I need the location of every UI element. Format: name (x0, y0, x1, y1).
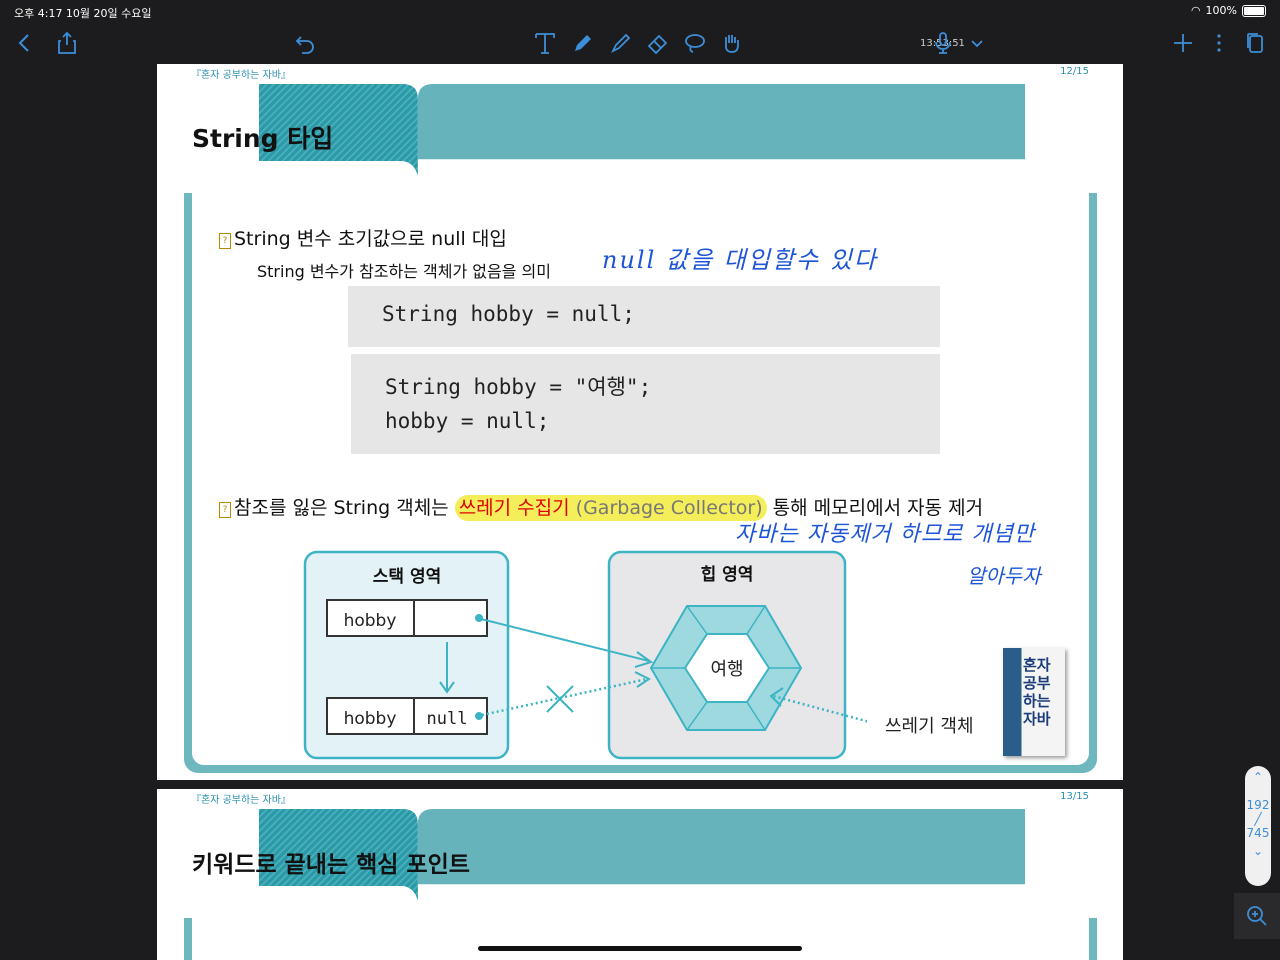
book-cover-image: 혼자 공부하는 자바 (1003, 648, 1065, 756)
wifi-icon: ◠ (1190, 4, 1201, 17)
chevron-down-icon[interactable] (962, 28, 992, 58)
heap-area-label: 힙 영역 (701, 564, 754, 585)
mic-icon[interactable] (928, 28, 958, 58)
heap-object: 여행 (710, 659, 743, 680)
garbage-object-label: 쓰레기 객체 (885, 716, 974, 737)
code-block-1: String hobby = null; (348, 286, 940, 347)
pages-icon[interactable] (1240, 28, 1270, 58)
zoom-icon[interactable] (1234, 893, 1280, 939)
hand-icon[interactable] (716, 28, 746, 58)
memory-diagram: 스택 영역 힙 영역 hobby hobby null 여행 (303, 550, 867, 760)
var-hobby-2: hobby (344, 709, 397, 729)
code-block-2: String hobby = "여행"; hobby = null; (351, 354, 940, 454)
page-scroll-indicator[interactable]: ⌃ 192 ╱ 745 ⌄ (1245, 766, 1271, 886)
handwritten-note-2: 자바는 자동제거 하므로 개념만 (735, 522, 1036, 547)
undo-icon[interactable] (290, 28, 320, 58)
eraser-icon[interactable] (643, 28, 673, 58)
back-icon[interactable] (10, 28, 40, 58)
code-line: hobby = null; (385, 409, 550, 433)
bullet-1-sub: String 변수가 참조하는 객체가 없음을 의미 (257, 262, 551, 281)
null-value: null (427, 709, 468, 729)
total-pages: 745 (1246, 826, 1270, 840)
more-icon[interactable] (1204, 28, 1234, 58)
code-line: String hobby = "여행"; (385, 375, 652, 399)
document-page-13[interactable]: 『혼자 공부하는 자바』 13/15 키워드로 끝내는 핵심 포인트 (157, 789, 1123, 960)
scroll-up-icon[interactable]: ⌃ (1245, 770, 1271, 784)
page-number: 12/15 (1060, 66, 1089, 77)
current-page: 192 (1246, 798, 1270, 812)
handwritten-note-1: null 값을 대입할수 있다 (602, 246, 878, 274)
code-line: String hobby = null; (382, 302, 635, 326)
slash-divider: ╱ (1254, 812, 1262, 826)
scroll-down-icon[interactable]: ⌄ (1245, 844, 1271, 858)
share-icon[interactable] (52, 28, 82, 58)
book-title-header: 『혼자 공부하는 자바』 (191, 795, 291, 806)
pen-tool-icon[interactable] (568, 28, 598, 58)
page-title: 키워드로 끝내는 핵심 포인트 (192, 852, 470, 878)
highlighted-text: 쓰레기 수집기 (Garbage Collector) (454, 495, 767, 521)
battery-icon (1242, 4, 1266, 17)
battery-percent: 100% (1205, 4, 1237, 17)
stack-area-label: 스택 영역 (373, 567, 441, 587)
status-right: ◠ 100% (1191, 4, 1266, 17)
highlighter-icon[interactable] (606, 28, 636, 58)
var-hobby-1: hobby (344, 611, 397, 631)
page-number: 13/15 (1060, 791, 1089, 802)
document-page-12[interactable]: 『혼자 공부하는 자바』 12/15 String 타입 ? String 변수 … (157, 64, 1123, 780)
page-title: String 타입 (192, 124, 334, 153)
add-icon[interactable] (1168, 28, 1198, 58)
bullet-1: ? String 변수 초기값으로 null 대입 (219, 224, 507, 251)
handwritten-note-3: 알아두자 (967, 564, 1041, 588)
text-tool-icon[interactable] (530, 28, 560, 58)
home-indicator[interactable] (478, 946, 802, 951)
status-time-date: 오후 4:17 10월 20일 수요일 (14, 7, 152, 20)
toolbar: 13:53:51 (0, 22, 1280, 64)
lasso-icon[interactable] (680, 28, 710, 58)
status-bar: 오후 4:17 10월 20일 수요일 ◠ 100% (0, 0, 1280, 22)
book-title-header: 『혼자 공부하는 자바』 (191, 70, 291, 81)
